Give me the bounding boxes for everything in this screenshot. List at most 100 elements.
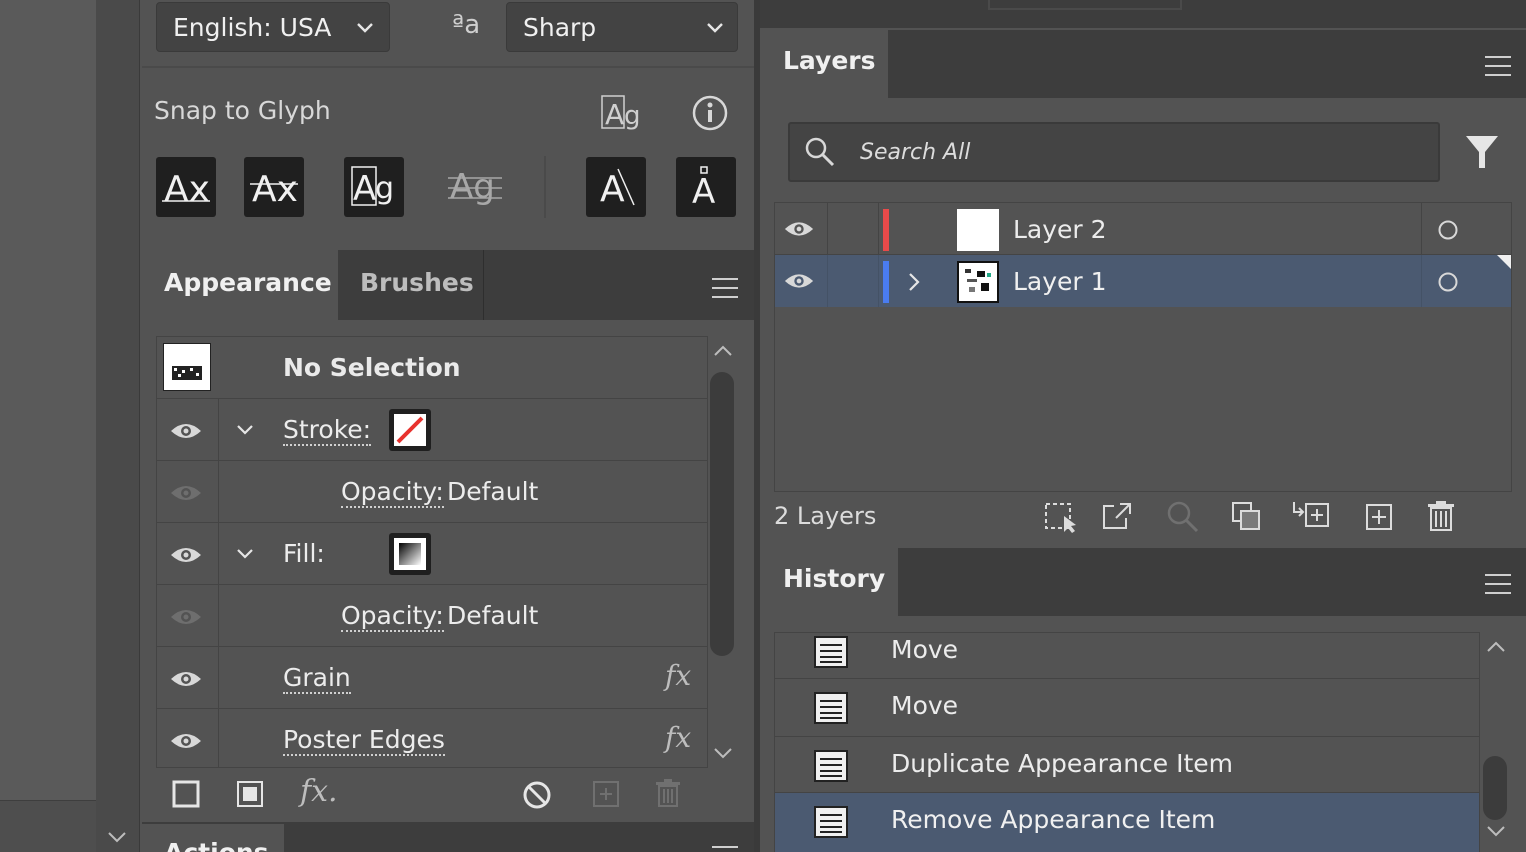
chevron-down-icon[interactable] — [1485, 824, 1507, 838]
chevron-down-icon[interactable] — [235, 547, 255, 561]
appearance-row-stroke[interactable]: Stroke: — [157, 399, 707, 461]
appearance-row-fill-opacity[interactable]: Opacity: Default — [157, 585, 707, 647]
search-icon — [805, 137, 835, 167]
history-item-label: Duplicate Appearance Item — [891, 749, 1234, 778]
tab-history[interactable]: History — [760, 548, 898, 616]
history-item[interactable]: Move — [775, 633, 1479, 679]
eye-icon[interactable] — [169, 545, 203, 565]
layer-thumbnail — [957, 209, 999, 251]
panel-menu-icon[interactable] — [712, 846, 738, 848]
snap-baseline-button[interactable]: Ax — [156, 157, 216, 217]
tab-brushes[interactable]: Brushes — [338, 250, 484, 320]
document-state-icon — [814, 806, 848, 838]
antialias-dropdown[interactable]: Sharp — [506, 2, 738, 52]
export-icon[interactable] — [1100, 500, 1134, 532]
opacity-label[interactable]: Opacity: — [341, 477, 444, 508]
document-state-icon — [814, 692, 848, 724]
appearance-row-fill[interactable]: Fill: — [157, 523, 707, 585]
language-dropdown[interactable]: English: USA — [156, 2, 390, 52]
tab-actions[interactable]: Actions — [142, 824, 284, 852]
stroke-label[interactable]: Stroke: — [283, 415, 372, 446]
layers-search-field[interactable]: Search All — [788, 122, 1440, 182]
locate-object-icon[interactable] — [1166, 500, 1200, 534]
layers-panel: Search All Layer 2 Layer 1 2 Layers — [760, 98, 1526, 544]
proximity-guides-icon[interactable]: Ag — [448, 164, 502, 210]
chevron-up-icon[interactable] — [712, 344, 734, 358]
eye-icon[interactable] — [169, 421, 203, 441]
layer-row-selected[interactable]: Layer 1 — [775, 255, 1511, 307]
chevron-right-icon[interactable] — [907, 271, 921, 293]
create-sublayer-icon[interactable] — [1290, 500, 1332, 530]
appearance-panel: No Selection Stroke: Opacity: Default Fi… — [142, 320, 754, 818]
tab-layers-label: Layers — [783, 46, 876, 75]
create-new-layer-icon[interactable] — [1364, 502, 1394, 532]
scrollbar-thumb[interactable] — [710, 372, 734, 656]
eye-icon[interactable] — [169, 731, 203, 751]
appearance-row-poster-edges[interactable]: Poster Edges fx — [157, 709, 707, 767]
target-circle-icon[interactable] — [1437, 271, 1459, 293]
fx-icon[interactable]: fx — [665, 721, 691, 754]
appearance-row-grain[interactable]: Grain fx — [157, 647, 707, 709]
history-scrollbar[interactable] — [1480, 632, 1512, 852]
lock-column[interactable] — [827, 255, 879, 307]
poster-edges-effect-label[interactable]: Poster Edges — [283, 725, 445, 756]
chevron-up-icon[interactable] — [1485, 640, 1507, 654]
chevron-down-icon[interactable] — [106, 830, 128, 844]
snap-x-height-button[interactable]: Ax — [244, 157, 304, 217]
grain-effect-label[interactable]: Grain — [283, 663, 351, 694]
layer-row[interactable]: Layer 2 — [775, 203, 1511, 255]
snap-angular-guides-button[interactable]: A — [586, 157, 646, 217]
eye-icon[interactable] — [169, 607, 203, 627]
info-icon[interactable] — [692, 95, 728, 131]
fill-swatch[interactable] — [389, 533, 431, 575]
tab-actions-label: Actions — [164, 838, 269, 852]
fx-icon[interactable]: fx — [665, 659, 691, 692]
appearance-scrollbar[interactable] — [708, 336, 738, 768]
eye-icon[interactable] — [783, 219, 815, 239]
add-effect-icon[interactable]: fx. — [300, 774, 338, 809]
layer-name[interactable]: Layer 1 — [1013, 267, 1107, 296]
filter-icon[interactable] — [1464, 134, 1500, 170]
add-new-stroke-icon[interactable] — [172, 780, 200, 808]
chevron-down-icon[interactable] — [712, 746, 734, 760]
eye-icon[interactable] — [169, 669, 203, 689]
svg-text:A: A — [353, 169, 376, 209]
appearance-row-stroke-opacity[interactable]: Opacity: Default — [157, 461, 707, 523]
top-strip-control[interactable] — [988, 0, 1182, 10]
add-new-fill-icon[interactable] — [236, 780, 264, 808]
lock-column[interactable] — [827, 203, 879, 255]
panel-menu-icon[interactable] — [1485, 574, 1511, 594]
svg-text:A: A — [605, 98, 624, 131]
snap-glyph-bounds-button[interactable]: Ag — [344, 157, 404, 217]
layer-name[interactable]: Layer 2 — [1013, 215, 1107, 244]
panel-menu-icon[interactable] — [712, 278, 738, 298]
panel-menu-icon[interactable] — [1485, 56, 1511, 76]
trash-icon[interactable] — [1426, 500, 1456, 532]
snap-anchor-point-button[interactable]: A — [676, 157, 736, 217]
chevron-down-icon[interactable] — [235, 423, 255, 437]
fill-label[interactable]: Fill: — [283, 539, 325, 568]
tab-layers[interactable]: Layers — [760, 30, 888, 98]
left-dock — [96, 0, 140, 852]
opacity-label[interactable]: Opacity: — [341, 601, 444, 632]
make-clipping-mask-icon[interactable] — [1230, 500, 1262, 532]
scrollbar-thumb[interactable] — [1483, 756, 1507, 820]
svg-text:Ag: Ag — [450, 167, 495, 207]
stroke-swatch[interactable] — [389, 409, 431, 451]
history-item[interactable]: Move — [775, 679, 1479, 737]
tab-appearance[interactable]: Appearance — [142, 250, 338, 320]
trash-icon[interactable] — [654, 778, 682, 808]
history-item-selected[interactable]: Remove Appearance Item — [775, 793, 1479, 852]
collect-for-export-icon[interactable] — [1042, 500, 1078, 534]
chevron-down-icon — [357, 23, 373, 33]
eye-icon[interactable] — [783, 271, 815, 291]
target-circle-icon[interactable] — [1437, 219, 1459, 241]
snap-options-icon[interactable]: A g — [600, 94, 646, 132]
history-item[interactable]: Duplicate Appearance Item — [775, 737, 1479, 793]
actions-tab-bar: Actions — [142, 822, 754, 852]
clear-appearance-icon[interactable] — [522, 780, 552, 810]
duplicate-item-icon[interactable] — [592, 780, 620, 808]
selection-row: No Selection — [157, 337, 707, 399]
no-color-swatch-icon — [394, 414, 426, 446]
eye-icon[interactable] — [169, 483, 203, 503]
